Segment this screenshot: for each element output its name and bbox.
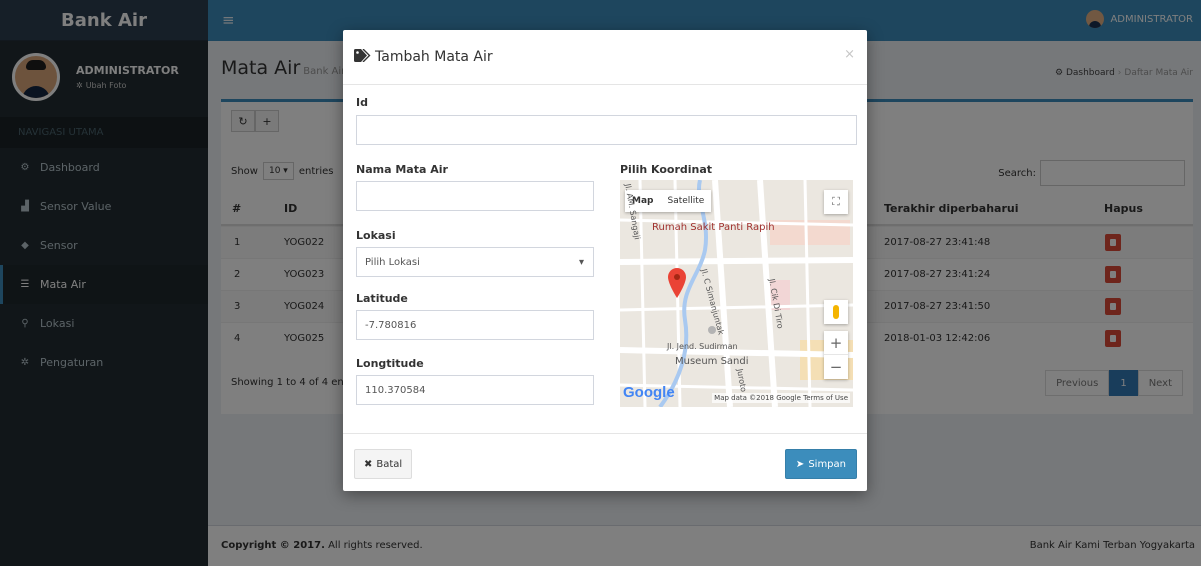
location-select[interactable]: Pilih Lokasi ▾ <box>356 247 594 277</box>
close-icon: ✖ <box>364 458 373 470</box>
map-poi-label: Rumah Sakit Panti Rapih <box>652 222 775 233</box>
id-input[interactable] <box>356 115 857 145</box>
send-icon: ➤ <box>795 458 805 470</box>
modal-header: Tambah Mata Air × <box>343 30 867 85</box>
save-button[interactable]: ➤ Simpan <box>784 449 857 479</box>
app-root: Bank Air ≡ ADMINISTRATOR ADMINISTRATOR ✲… <box>0 0 1201 566</box>
name-label: Nama Mata Air <box>356 163 448 176</box>
map-attribution[interactable]: Map data ©2018 Google Terms of Use <box>712 393 850 403</box>
fullscreen-button[interactable]: ⛶ <box>824 190 848 214</box>
chevron-down-icon: ▾ <box>578 256 584 268</box>
close-icon[interactable]: × <box>844 47 855 62</box>
name-input[interactable] <box>356 181 594 211</box>
fullscreen-icon: ⛶ <box>832 195 840 208</box>
zoom-out-button[interactable]: − <box>824 355 848 379</box>
cancel-button[interactable]: ✖ Batal <box>354 449 413 479</box>
google-logo: Google <box>623 384 675 401</box>
cancel-label: Batal <box>376 458 403 470</box>
location-label: Lokasi <box>356 229 396 242</box>
location-select-value: Pilih Lokasi <box>365 256 420 268</box>
map-street-label: Jl. Jend. Sudirman <box>667 342 738 351</box>
location-pin-icon[interactable] <box>668 268 686 301</box>
coordinate-label: Pilih Koordinat <box>620 163 713 176</box>
id-label: Id <box>356 96 368 109</box>
tag-icon <box>354 48 371 65</box>
street-view-button[interactable] <box>824 300 848 324</box>
map-type-control: Map Satellite <box>625 190 712 212</box>
modal-footer: ✖ Batal ➤ Simpan <box>343 433 867 491</box>
save-label: Simpan <box>808 458 846 470</box>
longitude-label: Longtitude <box>356 357 424 370</box>
zoom-in-button[interactable]: + <box>824 331 848 355</box>
map-type-satellite-button[interactable]: Satellite <box>660 190 711 212</box>
map-poi-label: Museum Sandi <box>675 356 749 367</box>
longitude-input[interactable]: 110.370584 <box>356 375 594 405</box>
latitude-input[interactable]: -7.780816 <box>356 310 594 340</box>
latitude-label: Latitude <box>356 292 408 305</box>
modal-title: Tambah Mata Air <box>375 49 493 65</box>
pegman-icon <box>833 305 839 319</box>
coordinate-map[interactable]: Map Satellite ⛶ Rumah Sakit Panti Rapih … <box>620 180 853 407</box>
add-mata-air-modal: Tambah Mata Air × Id Nama Mata Air Lokas… <box>343 30 867 491</box>
zoom-control: + − <box>824 331 848 379</box>
